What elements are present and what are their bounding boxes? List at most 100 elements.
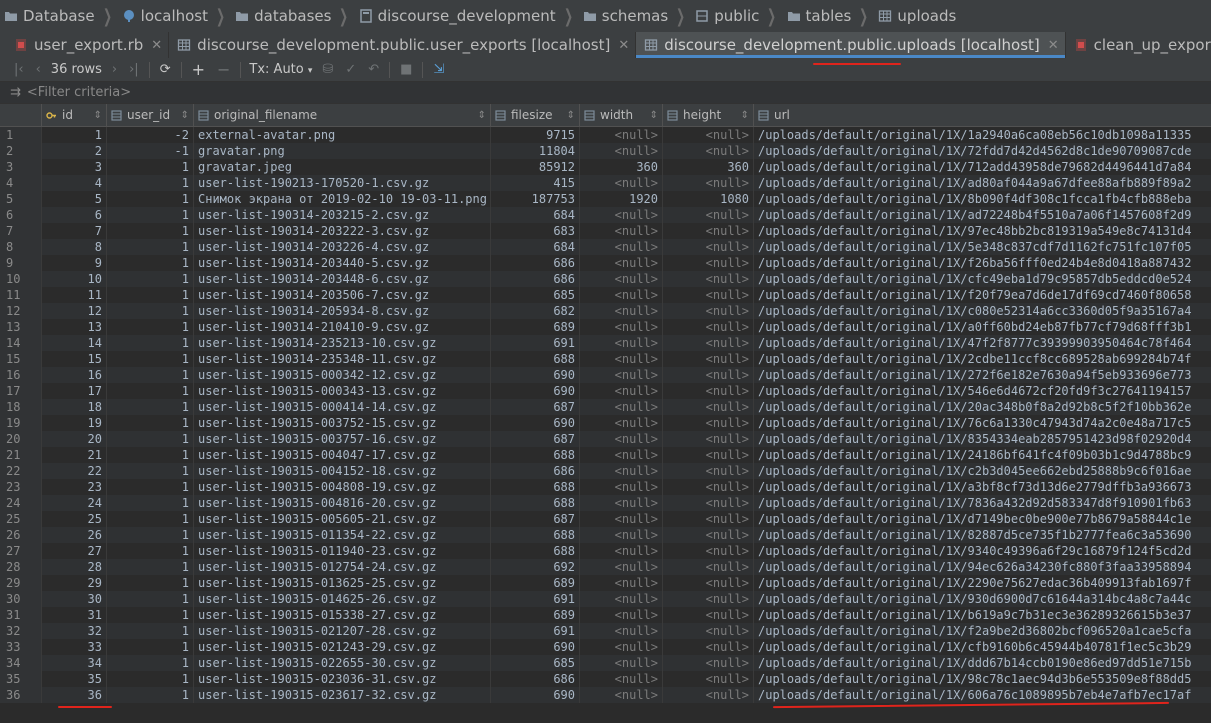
cell-original-filename[interactable]: user-list-190314-203222-3.csv.gz xyxy=(194,223,491,239)
breadcrumb-localhost[interactable]: localhost xyxy=(118,7,208,25)
cell-height[interactable]: <null> xyxy=(663,655,754,671)
cell-width[interactable]: <null> xyxy=(580,383,663,399)
table-row[interactable]: 6 6 1 user-list-190314-203215-2.csv.gz 684 <n… xyxy=(0,207,1211,223)
cell-width[interactable]: <null> xyxy=(580,175,663,191)
cell-original-filename[interactable]: user-list-190315-003752-15.csv.gz xyxy=(194,415,491,431)
breadcrumb-tables[interactable]: tables xyxy=(783,7,851,25)
cell-width[interactable]: <null> xyxy=(580,623,663,639)
table-row[interactable]: 1 1 -2 external-avatar.png 9715 <null> <null> /… xyxy=(0,127,1211,143)
cell-filesize[interactable]: 688 xyxy=(491,479,580,495)
cell-url[interactable]: /uploads/default/original/1X/97ec48bb2bc… xyxy=(754,223,1211,239)
breadcrumb-schemas[interactable]: schemas xyxy=(579,7,668,25)
table-row[interactable]: 21 21 1 user-list-190315-004047-17.csv.gz 68… xyxy=(0,447,1211,463)
cell-width[interactable]: <null> xyxy=(580,687,663,703)
cell-url[interactable]: /uploads/default/original/1X/cfc49eba1d7… xyxy=(754,271,1211,287)
cell-original-filename[interactable]: user-list-190315-003757-16.csv.gz xyxy=(194,431,491,447)
cell-user-id[interactable]: 1 xyxy=(107,463,194,479)
cell-url[interactable]: /uploads/default/original/1X/20ac348b0f8… xyxy=(754,399,1211,415)
cell-url[interactable]: /uploads/default/original/1X/d7149bec0be… xyxy=(754,511,1211,527)
table-row[interactable]: 5 5 1 Снимок экрана от 2019-02-10 19-03-11.… xyxy=(0,191,1211,207)
cell-original-filename[interactable]: user-list-190315-021207-28.csv.gz xyxy=(194,623,491,639)
cell-height[interactable]: <null> xyxy=(663,415,754,431)
breadcrumb-database[interactable]: Database xyxy=(0,7,95,25)
table-row[interactable]: 7 7 1 user-list-190314-203222-3.csv.gz 683 <n… xyxy=(0,223,1211,239)
close-icon[interactable]: ✕ xyxy=(151,38,162,53)
cell-width[interactable]: <null> xyxy=(580,495,663,511)
cell-user-id[interactable]: 1 xyxy=(107,655,194,671)
cell-id[interactable]: 1 xyxy=(42,127,107,143)
cell-height[interactable]: <null> xyxy=(663,175,754,191)
cell-height[interactable]: <null> xyxy=(663,255,754,271)
column-header-height[interactable]: height ⇕ xyxy=(663,104,754,126)
cell-filesize[interactable]: 682 xyxy=(491,303,580,319)
cell-id[interactable]: 17 xyxy=(42,383,107,399)
cell-original-filename[interactable]: user-list-190314-203440-5.csv.gz xyxy=(194,255,491,271)
cell-filesize[interactable]: 690 xyxy=(491,415,580,431)
breadcrumb-discourse-development[interactable]: discourse_development xyxy=(355,7,556,25)
cell-original-filename[interactable]: user-list-190315-012754-24.csv.gz xyxy=(194,559,491,575)
last-page-icon[interactable]: ›| xyxy=(123,62,145,77)
table-row[interactable]: 19 19 1 user-list-190315-003752-15.csv.gz 69… xyxy=(0,415,1211,431)
cell-filesize[interactable]: 688 xyxy=(491,543,580,559)
cell-url[interactable]: /uploads/default/original/1X/cfb9160b6c4… xyxy=(754,639,1211,655)
cell-original-filename[interactable]: user-list-190315-023036-31.csv.gz xyxy=(194,671,491,687)
rollback-icon[interactable]: ↶ xyxy=(362,62,385,77)
cell-width[interactable]: <null> xyxy=(580,367,663,383)
cell-url[interactable]: /uploads/default/original/1X/ad80af044a9… xyxy=(754,175,1211,191)
cell-user-id[interactable]: 1 xyxy=(107,159,194,175)
cell-id[interactable]: 22 xyxy=(42,463,107,479)
cell-id[interactable]: 25 xyxy=(42,511,107,527)
cell-id[interactable]: 11 xyxy=(42,287,107,303)
cell-height[interactable]: <null> xyxy=(663,607,754,623)
cell-user-id[interactable]: 1 xyxy=(107,335,194,351)
cell-url[interactable]: /uploads/default/original/1X/47f2f8777c3… xyxy=(754,335,1211,351)
sort-icon[interactable]: ⇕ xyxy=(181,110,189,121)
cell-user-id[interactable]: 1 xyxy=(107,623,194,639)
cell-original-filename[interactable]: user-list-190315-004816-20.csv.gz xyxy=(194,495,491,511)
cell-user-id[interactable]: -1 xyxy=(107,143,194,159)
cell-width[interactable]: <null> xyxy=(580,527,663,543)
cell-height[interactable]: <null> xyxy=(663,527,754,543)
cell-user-id[interactable]: 1 xyxy=(107,511,194,527)
column-header-original-filename[interactable]: original_filename ⇕ xyxy=(194,104,491,126)
cell-user-id[interactable]: 1 xyxy=(107,319,194,335)
cell-id[interactable]: 4 xyxy=(42,175,107,191)
table-row[interactable]: 15 15 1 user-list-190314-235348-11.csv.gz 68… xyxy=(0,351,1211,367)
cell-filesize[interactable]: 691 xyxy=(491,335,580,351)
cell-filesize[interactable]: 690 xyxy=(491,383,580,399)
sort-icon[interactable]: ⇕ xyxy=(478,110,486,121)
cell-original-filename[interactable]: user-list-190315-011940-23.csv.gz xyxy=(194,543,491,559)
cell-height[interactable]: <null> xyxy=(663,319,754,335)
close-icon[interactable]: ✕ xyxy=(618,38,629,53)
transaction-mode-select[interactable]: Tx: Auto ▾ xyxy=(245,62,316,77)
cell-original-filename[interactable]: gravatar.jpeg xyxy=(194,159,491,175)
cell-width[interactable]: <null> xyxy=(580,303,663,319)
cell-user-id[interactable]: 1 xyxy=(107,287,194,303)
cell-height[interactable]: <null> xyxy=(663,383,754,399)
cell-original-filename[interactable]: user-list-190315-011354-22.csv.gz xyxy=(194,527,491,543)
cell-user-id[interactable]: 1 xyxy=(107,271,194,287)
cell-height[interactable]: <null> xyxy=(663,351,754,367)
cell-url[interactable]: /uploads/default/original/1X/c2b3d045ee6… xyxy=(754,463,1211,479)
cell-user-id[interactable]: 1 xyxy=(107,671,194,687)
cell-filesize[interactable]: 684 xyxy=(491,207,580,223)
row-count[interactable]: 36 rows xyxy=(47,62,106,77)
cell-width[interactable]: <null> xyxy=(580,655,663,671)
cell-height[interactable]: <null> xyxy=(663,511,754,527)
cell-url[interactable]: /uploads/default/original/1X/a3bf8cf73d1… xyxy=(754,479,1211,495)
cell-filesize[interactable]: 687 xyxy=(491,399,580,415)
cell-height[interactable]: 1080 xyxy=(663,191,754,207)
cell-width[interactable]: 360 xyxy=(580,159,663,175)
table-row[interactable]: 11 11 1 user-list-190314-203506-7.csv.gz 685… xyxy=(0,287,1211,303)
cell-filesize[interactable]: 688 xyxy=(491,527,580,543)
table-row[interactable]: 18 18 1 user-list-190315-000414-14.csv.gz 68… xyxy=(0,399,1211,415)
cell-id[interactable]: 7 xyxy=(42,223,107,239)
sort-icon[interactable]: ⇕ xyxy=(567,110,575,121)
table-row[interactable]: 29 29 1 user-list-190315-013625-25.csv.gz 68… xyxy=(0,575,1211,591)
cell-filesize[interactable]: 689 xyxy=(491,607,580,623)
cell-id[interactable]: 14 xyxy=(42,335,107,351)
cell-filesize[interactable]: 690 xyxy=(491,367,580,383)
cell-user-id[interactable]: 1 xyxy=(107,415,194,431)
cell-height[interactable]: <null> xyxy=(663,239,754,255)
cell-height[interactable]: <null> xyxy=(663,399,754,415)
